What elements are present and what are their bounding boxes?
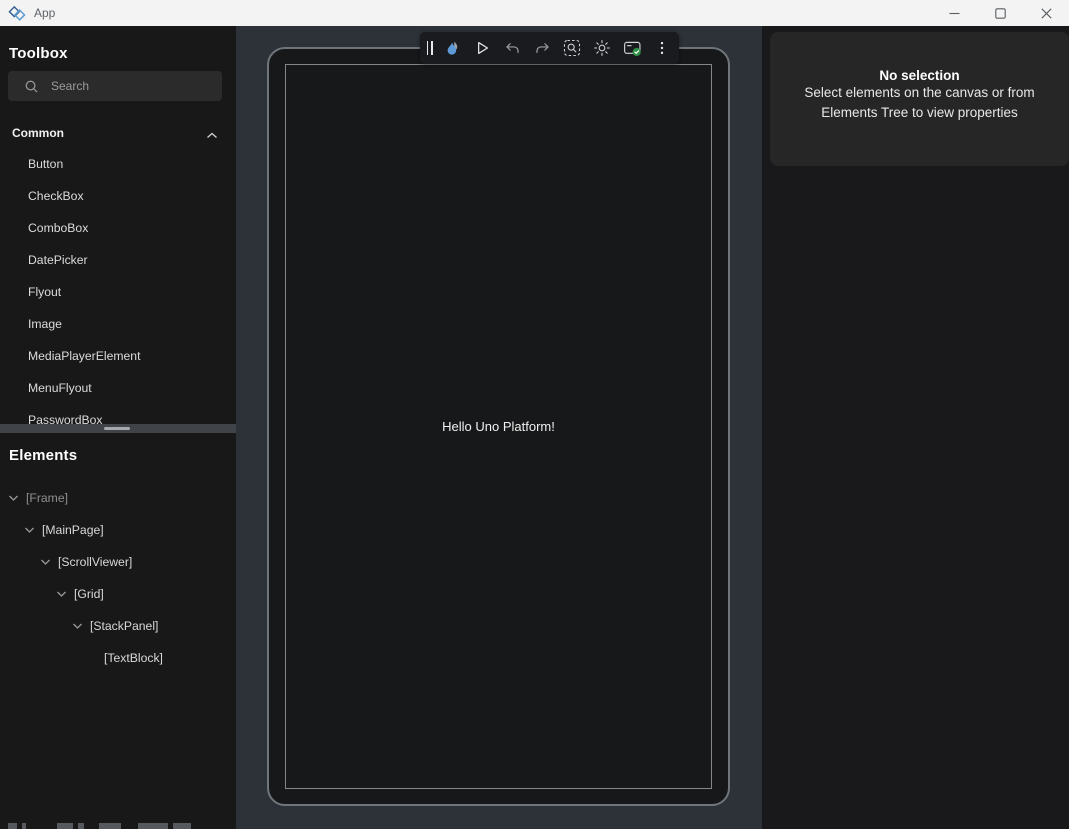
tree-item-mainpage[interactable]: [MainPage] [0,514,236,546]
search-input[interactable] [51,79,214,93]
toolbox-item-button[interactable]: Button [0,148,236,180]
no-selection-card: No selection Select elements on the canv… [770,32,1069,166]
no-selection-title: No selection [770,68,1069,83]
sun-icon [592,38,612,58]
toolbox-item-mediaplayerelement[interactable]: MediaPlayerElement [0,340,236,372]
floating-toolbar [420,32,679,64]
redo-icon [533,39,552,58]
chevron-down-icon[interactable] [8,494,19,502]
toolbox-item-passwordbox[interactable]: PasswordBox [0,404,236,424]
tree-item-frame[interactable]: [Frame] [0,482,236,514]
tree-item-stackpanel[interactable]: [StackPanel] [0,610,236,642]
tree-item-scrollviewer[interactable]: [ScrollViewer] [0,546,236,578]
toolbar-drag-handle[interactable] [424,41,435,55]
form-check-icon [622,38,643,59]
element-picker-icon [562,38,582,58]
toolbox-search[interactable] [8,71,222,101]
toolbox-item-flyout[interactable]: Flyout [0,276,236,308]
toolbox-item-datepicker[interactable]: DatePicker [0,244,236,276]
theme-toggle-button[interactable] [589,35,615,61]
minimize-button[interactable] [931,0,977,26]
chevron-down-icon[interactable] [24,526,35,534]
device-screen[interactable]: Hello Uno Platform! [285,64,712,789]
toolbox-panel: Toolbox Common Button CheckBox [0,26,236,424]
panel-splitter[interactable] [0,424,236,433]
minimize-icon [949,8,960,19]
elements-title: Elements [9,447,77,464]
toolbox-title: Toolbox [9,45,68,62]
redo-button[interactable] [529,35,555,61]
toolbox-item-checkbox[interactable]: CheckBox [0,180,236,212]
tree-item-grid[interactable]: [Grid] [0,578,236,610]
canvas-textblock[interactable]: Hello Uno Platform! [442,419,555,434]
clipped-status-fragments [8,823,228,829]
splitter-grip-handle [104,427,130,430]
play-icon [472,38,492,58]
window-title: App [34,6,55,20]
hot-design-button[interactable] [439,35,465,61]
toolbox-item-combobox[interactable]: ComboBox [0,212,236,244]
flame-icon [442,38,463,59]
play-button[interactable] [469,35,495,61]
close-button[interactable] [1023,0,1069,26]
validation-check-button[interactable] [619,35,645,61]
chevron-down-icon[interactable] [56,590,67,598]
chevron-up-icon [206,127,218,145]
window-controls [931,0,1069,26]
toolbox-item-menuflyout[interactable]: MenuFlyout [0,372,236,404]
left-sidebar: Toolbox Common Button CheckBox [0,26,236,829]
element-picker-button[interactable] [559,35,585,61]
search-icon [24,79,39,94]
tree-item-textblock[interactable]: [TextBlock] [0,642,236,674]
maximize-button[interactable] [977,0,1023,26]
elements-tree: [Frame] [MainPage] [ScrollViewer] [Grid] [0,482,236,674]
chevron-down-icon[interactable] [72,622,83,630]
more-options-button[interactable] [649,35,675,61]
section-label: Common [12,126,64,140]
properties-panel: No selection Select elements on the canv… [762,26,1069,829]
close-icon [1041,8,1052,19]
no-selection-message-line1: Select elements on the canvas or from [770,83,1069,103]
toolbox-item-image[interactable]: Image [0,308,236,340]
main-content: Toolbox Common Button CheckBox [0,26,1069,829]
uno-platform-logo-icon [8,5,26,22]
design-canvas: Hello Uno Platform! [236,26,762,829]
titlebar: App [0,0,1069,26]
no-selection-message-line2: Elements Tree to view properties [770,103,1069,123]
undo-icon [503,39,522,58]
app-window: App Toolbox [0,0,1069,829]
kebab-menu-icon [653,39,671,57]
maximize-icon [995,8,1006,19]
toolbox-item-list: Button CheckBox ComboBox DatePicker Flyo… [0,148,236,424]
toolbox-section-common[interactable]: Common [0,120,236,146]
chevron-down-icon[interactable] [40,558,51,566]
undo-button[interactable] [499,35,525,61]
elements-panel: Elements [Frame] [MainPage] [ScrollViewe… [0,433,236,829]
device-frame: Hello Uno Platform! [267,47,730,806]
